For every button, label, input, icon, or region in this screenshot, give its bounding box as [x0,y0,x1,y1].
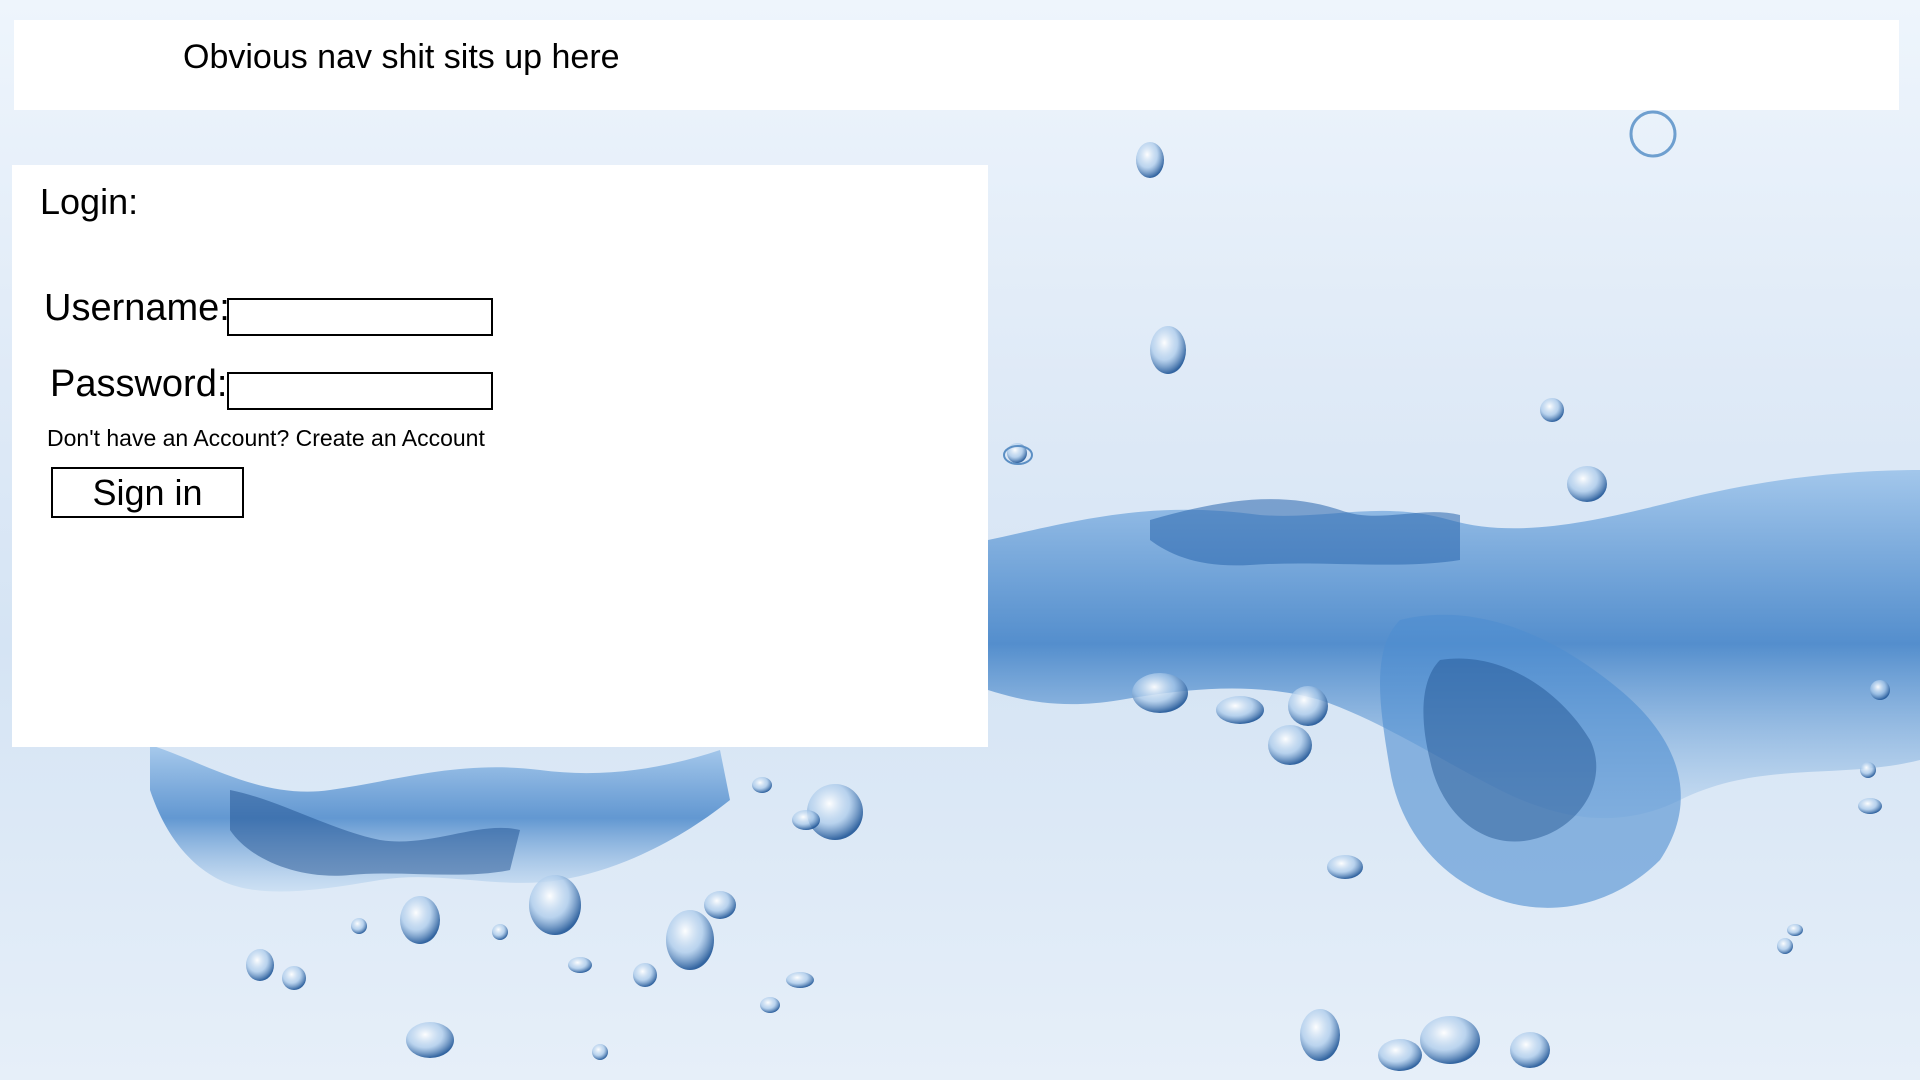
create-account-link[interactable]: Create an Account [296,425,485,451]
password-label: Password: [50,363,228,405]
create-account-prompt: Don't have an Account? Create an Account [47,425,485,452]
username-input[interactable] [227,298,493,336]
sign-in-button[interactable]: Sign in [51,467,244,518]
username-label: Username: [44,287,230,329]
login-title: Login: [40,181,139,222]
account-prompt-text: Don't have an Account? [47,425,290,451]
password-input[interactable] [227,372,493,410]
login-panel: Login: Username: Password: Don't have an… [12,165,988,747]
nav-placeholder-text: Obvious nav shit sits up here [183,38,620,76]
